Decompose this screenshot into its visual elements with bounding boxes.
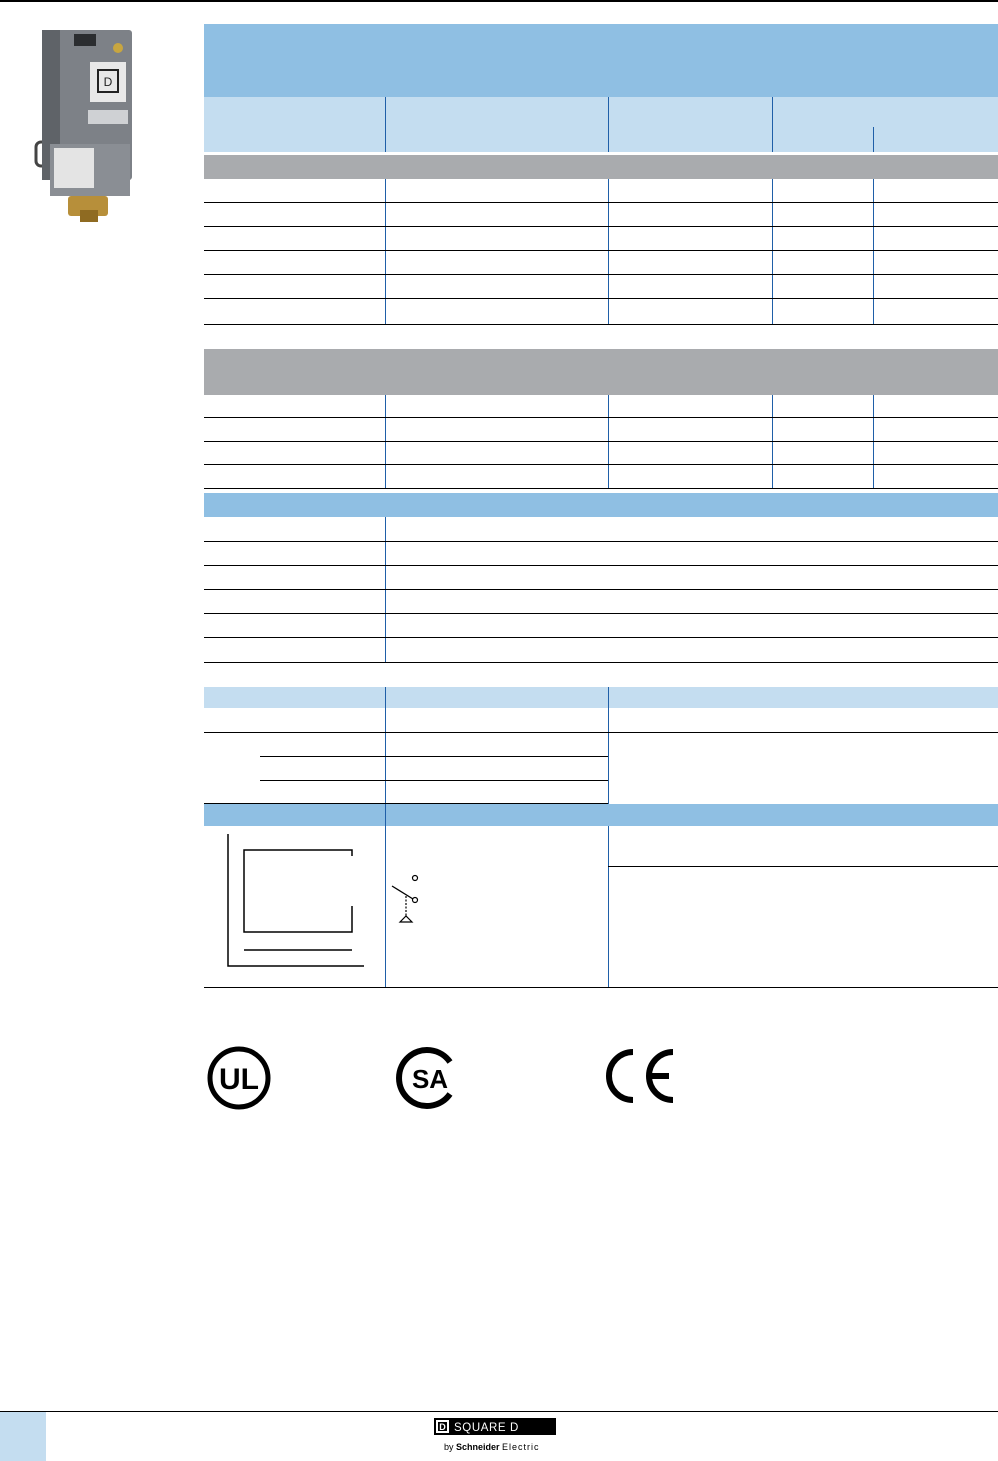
page-tab-box	[0, 1412, 46, 1461]
table-row	[204, 441, 998, 442]
table-header-band	[204, 97, 998, 152]
column-separator	[385, 179, 386, 325]
column-separator	[385, 517, 386, 663]
column-separator	[873, 179, 874, 325]
section-band-gray	[204, 155, 998, 179]
ul-mark: UL	[206, 1045, 272, 1111]
table-row	[204, 662, 998, 663]
ce-mark	[603, 1046, 683, 1106]
column-separator	[385, 687, 386, 708]
ce-mark-icon	[606, 1049, 674, 1103]
column-separator	[608, 708, 609, 804]
table-row	[204, 565, 998, 566]
csa-mark-icon: SA	[396, 1047, 453, 1109]
table-row	[204, 250, 998, 251]
column-separator	[385, 826, 386, 988]
section-band-gray	[204, 349, 998, 395]
column-separator	[608, 179, 609, 325]
logo-byline-company: Schneider	[456, 1442, 500, 1452]
svg-text:D: D	[104, 75, 113, 89]
table-title-band	[204, 24, 998, 97]
square-d-logo-mark: D SQUARE D by Schneider Electric	[434, 1418, 556, 1452]
column-separator	[608, 395, 609, 489]
table-bottom-rule	[204, 987, 998, 988]
ul-mark-text: UL	[219, 1063, 259, 1096]
table-row	[204, 464, 998, 465]
table-row	[204, 298, 998, 299]
table-row	[260, 756, 608, 757]
contact-symbol-icon	[391, 874, 419, 923]
logo-byline: by Schneider Electric	[444, 1442, 540, 1452]
data-table-section-2	[204, 395, 998, 489]
table-row	[608, 866, 998, 867]
ul-mark-icon: UL	[207, 1046, 271, 1110]
header-column-separator	[772, 97, 773, 152]
pressure-switch-device-icon: D	[34, 30, 132, 222]
table-row	[204, 274, 998, 275]
header-subcolumn-separator	[873, 127, 874, 152]
table-row	[204, 637, 998, 638]
operating-curve-diagram	[227, 834, 364, 967]
product-image: D	[30, 24, 150, 224]
column-separator	[608, 687, 609, 708]
table-row	[204, 417, 998, 418]
section-band-blue	[204, 493, 998, 517]
table-row	[204, 324, 998, 325]
column-separator	[772, 395, 773, 489]
table-row	[204, 589, 998, 590]
column-separator	[772, 179, 773, 325]
table-row	[204, 226, 998, 227]
header-column-separator	[385, 97, 386, 152]
diagram-section	[204, 826, 998, 988]
section-band-light-blue	[204, 687, 998, 708]
data-table-section-1	[204, 179, 998, 325]
csa-mark: SA	[395, 1045, 461, 1111]
column-separator	[608, 826, 609, 988]
spec-table-section-3	[204, 517, 998, 663]
column-separator	[873, 395, 874, 489]
footer-rule	[0, 1411, 998, 1412]
top-rule	[0, 0, 998, 2]
section-band-blue	[204, 804, 998, 826]
logo-byline-suffix: Electric	[502, 1442, 540, 1452]
logo-brand-name: SQUARE D	[454, 1422, 519, 1434]
column-separator	[385, 395, 386, 489]
table-row	[204, 202, 998, 203]
table-row	[204, 613, 998, 614]
square-d-logo: D SQUARE D by Schneider Electric	[434, 1418, 556, 1454]
table-row	[204, 488, 998, 489]
column-separator	[385, 804, 386, 826]
logo-byline-prefix: by	[444, 1442, 456, 1452]
logo-box-letter: D	[439, 1422, 446, 1432]
table-row	[204, 541, 998, 542]
table-row	[204, 732, 998, 733]
spec-table-section-4	[204, 708, 998, 804]
csa-mark-text: SA	[412, 1064, 448, 1094]
header-column-separator	[608, 97, 609, 152]
table-row	[260, 780, 608, 781]
